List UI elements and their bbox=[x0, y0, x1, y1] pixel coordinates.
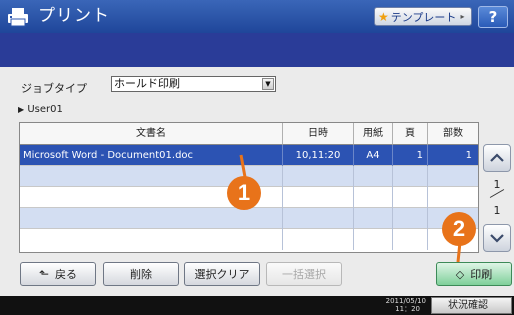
row-copies: 1 bbox=[465, 150, 472, 161]
chevron-up-icon bbox=[490, 153, 504, 162]
pointer-line-2 bbox=[456, 241, 462, 263]
jobtype-value: ホールド印刷 bbox=[114, 77, 180, 90]
help-button[interactable]: ? bbox=[478, 6, 508, 28]
clear-selection-button[interactable]: 選択クリア bbox=[184, 262, 260, 286]
template-button[interactable]: ★ テンプレート ▸ bbox=[374, 7, 472, 26]
delete-button[interactable]: 削除 bbox=[103, 262, 179, 286]
print-button[interactable]: ◇ 印刷 bbox=[436, 262, 512, 286]
triangle-right-icon: ▶ bbox=[18, 105, 25, 114]
page-total: 1 bbox=[493, 204, 501, 217]
status-date: 2011/05/10 bbox=[385, 297, 426, 305]
sub-header-bar bbox=[0, 33, 514, 67]
user-name: User01 bbox=[27, 104, 63, 115]
chevron-down-icon bbox=[490, 234, 504, 243]
template-label: テンプレート bbox=[390, 10, 457, 24]
callout-1: 1 bbox=[227, 176, 261, 210]
row-pages: 1 bbox=[393, 145, 428, 166]
table-row[interactable] bbox=[20, 229, 478, 250]
back-button[interactable]: ⬑ 戻る bbox=[20, 262, 96, 286]
table-row[interactable] bbox=[20, 208, 478, 229]
clear-selection-label: 選択クリア bbox=[194, 268, 250, 281]
back-arrow-icon: ⬑ bbox=[38, 267, 50, 281]
printer-icon bbox=[7, 6, 29, 28]
select-all-label: 一括選択 bbox=[282, 268, 326, 281]
chevron-icon: ▸ bbox=[460, 12, 465, 21]
back-label: 戻る bbox=[55, 268, 78, 281]
jobtype-label: ジョブタイプ bbox=[21, 82, 87, 95]
delete-label: 削除 bbox=[130, 268, 152, 281]
page-current: 1 bbox=[493, 178, 501, 191]
row-paper: A4 bbox=[354, 145, 393, 166]
status-datetime: 2011/05/10 11：20 bbox=[376, 297, 426, 313]
start-icon: ◇ bbox=[455, 267, 465, 281]
print-label: 印刷 bbox=[470, 268, 493, 281]
status-check-button[interactable]: 状況確認 bbox=[431, 297, 512, 314]
col-header-name[interactable]: 文書名 bbox=[20, 123, 283, 145]
scroll-up-button[interactable] bbox=[483, 144, 511, 172]
pointer-line-1 bbox=[239, 154, 247, 178]
col-header-pages[interactable]: 頁 bbox=[393, 123, 428, 145]
page-title: プリント bbox=[38, 6, 110, 26]
col-header-copies[interactable]: 部数 bbox=[428, 123, 478, 145]
col-header-datetime[interactable]: 日時 bbox=[283, 123, 354, 145]
dropdown-arrow-icon[interactable]: ▼ bbox=[262, 78, 274, 90]
star-icon: ★ bbox=[378, 9, 389, 24]
jobtype-select[interactable]: ホールド印刷 ▼ bbox=[111, 76, 276, 92]
col-header-paper[interactable]: 用紙 bbox=[354, 123, 393, 145]
user-row: ▶ User01 bbox=[18, 104, 63, 115]
row-datetime: 10,11:20 bbox=[283, 145, 354, 166]
scroll-down-button[interactable] bbox=[483, 224, 511, 252]
select-all-button[interactable]: 一括選択 bbox=[266, 262, 342, 286]
status-time: 11：20 bbox=[395, 305, 420, 313]
